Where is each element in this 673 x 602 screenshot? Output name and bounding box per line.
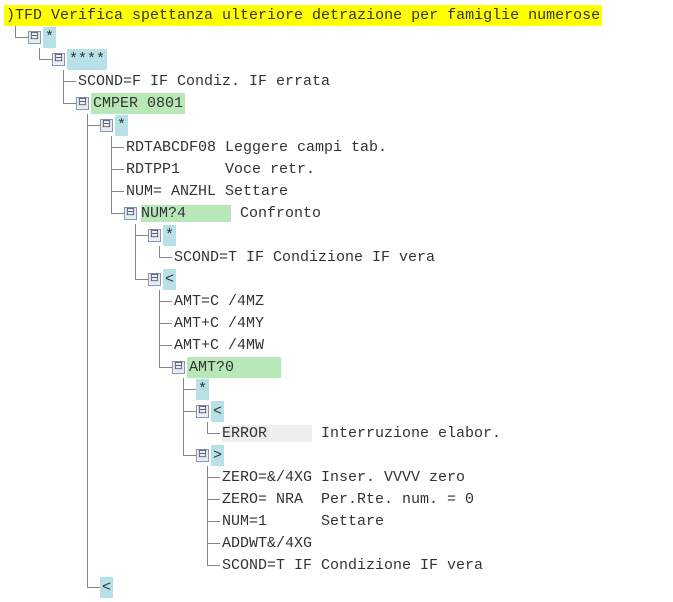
- collapse-icon[interactable]: ⊟: [76, 97, 89, 110]
- leaf-label: NUM= ANZHL Settare: [124, 181, 290, 202]
- tree-row[interactable]: ZERO= NRA Per.Rte. num. = 0: [4, 488, 669, 510]
- op-label: <: [100, 577, 113, 598]
- tree-row[interactable]: *: [4, 378, 669, 400]
- leaf-label: AMT=C /4MZ: [172, 291, 266, 312]
- tree-row[interactable]: ⊟ CMPER 0801: [4, 92, 669, 114]
- leaf-label: SCOND=T IF Condizione IF vera: [172, 247, 437, 268]
- leaf-label: SCOND=F IF Condiz. IF errata: [76, 71, 332, 92]
- collapse-icon[interactable]: ⊟: [196, 449, 209, 462]
- tree-row[interactable]: NUM= ANZHL Settare: [4, 180, 669, 202]
- leaf-label: AMT+C /4MY: [172, 313, 266, 334]
- collapse-icon[interactable]: ⊟: [148, 229, 161, 242]
- leaf-label: ADDWT&/4XG: [220, 533, 314, 554]
- collapse-icon[interactable]: ⊟: [196, 405, 209, 418]
- op-label: <: [163, 269, 176, 290]
- collapse-icon[interactable]: ⊟: [172, 361, 185, 374]
- tree-row[interactable]: SCOND=T IF Condizione IF vera: [4, 554, 669, 576]
- tree-row[interactable]: RDTABCDF08 Leggere campi tab.: [4, 136, 669, 158]
- tree-row[interactable]: NUM=1 Settare: [4, 510, 669, 532]
- tree-row[interactable]: ⊟ AMT?0: [4, 356, 669, 378]
- op-label: *: [163, 225, 176, 246]
- tree-row[interactable]: AMT+C /4MW: [4, 334, 669, 356]
- leaf-label: NUM=1 Settare: [220, 511, 386, 532]
- leaf-label: RDTABCDF08 Leggere campi tab.: [124, 137, 389, 158]
- op-label: *: [196, 379, 209, 400]
- leaf-label: ZERO=&/4XG Inser. VVVV zero: [220, 467, 467, 488]
- tree-row[interactable]: ⊟ *: [4, 224, 669, 246]
- node-label: AMT?0: [187, 357, 281, 378]
- tree-row[interactable]: AMT=C /4MZ: [4, 290, 669, 312]
- tree-row[interactable]: ZERO=&/4XG Inser. VVVV zero: [4, 466, 669, 488]
- root-label: )TFD Verifica spettanza ulteriore detraz…: [4, 5, 602, 26]
- leaf-label: ERROR Interruzione elabor.: [220, 423, 503, 444]
- collapse-icon[interactable]: ⊟: [124, 207, 137, 220]
- leaf-label: SCOND=T IF Condizione IF vera: [220, 555, 485, 576]
- op-label: <: [211, 401, 224, 422]
- leaf-label: ZERO= NRA Per.Rte. num. = 0: [220, 489, 476, 510]
- collapse-icon[interactable]: ⊟: [100, 119, 113, 132]
- node-label: NUM?4 Confronto: [139, 203, 323, 224]
- collapse-icon[interactable]: ⊟: [28, 31, 41, 44]
- op-label: *: [115, 115, 128, 136]
- tree-row[interactable]: ⊟ *: [4, 26, 669, 48]
- tree-row[interactable]: AMT+C /4MY: [4, 312, 669, 334]
- tree-row[interactable]: ⊟ >: [4, 444, 669, 466]
- op-label: *: [43, 27, 56, 48]
- tree-row[interactable]: )TFD Verifica spettanza ulteriore detraz…: [4, 4, 669, 26]
- op-label: >: [211, 445, 224, 466]
- tree-row[interactable]: <: [4, 576, 669, 598]
- leaf-label: RDTPP1 Voce retr.: [124, 159, 317, 180]
- tree-row[interactable]: ⊟ <: [4, 268, 669, 290]
- tree-row[interactable]: ADDWT&/4XG: [4, 532, 669, 554]
- node-label: CMPER 0801: [91, 93, 185, 114]
- tree-row[interactable]: ERROR Interruzione elabor.: [4, 422, 669, 444]
- tree-row[interactable]: ⊟ <: [4, 400, 669, 422]
- tree-row[interactable]: ⊟ NUM?4 Confronto: [4, 202, 669, 224]
- collapse-icon[interactable]: ⊟: [148, 273, 161, 286]
- tree-row[interactable]: ⊟ ****: [4, 48, 669, 70]
- tree-row[interactable]: SCOND=F IF Condiz. IF errata: [4, 70, 669, 92]
- tree-row[interactable]: RDTPP1 Voce retr.: [4, 158, 669, 180]
- op-label: ****: [67, 49, 107, 70]
- rule-tree: )TFD Verifica spettanza ulteriore detraz…: [4, 4, 669, 598]
- tree-row[interactable]: SCOND=T IF Condizione IF vera: [4, 246, 669, 268]
- collapse-icon[interactable]: ⊟: [52, 53, 65, 66]
- tree-row[interactable]: ⊟ *: [4, 114, 669, 136]
- leaf-label: AMT+C /4MW: [172, 335, 266, 356]
